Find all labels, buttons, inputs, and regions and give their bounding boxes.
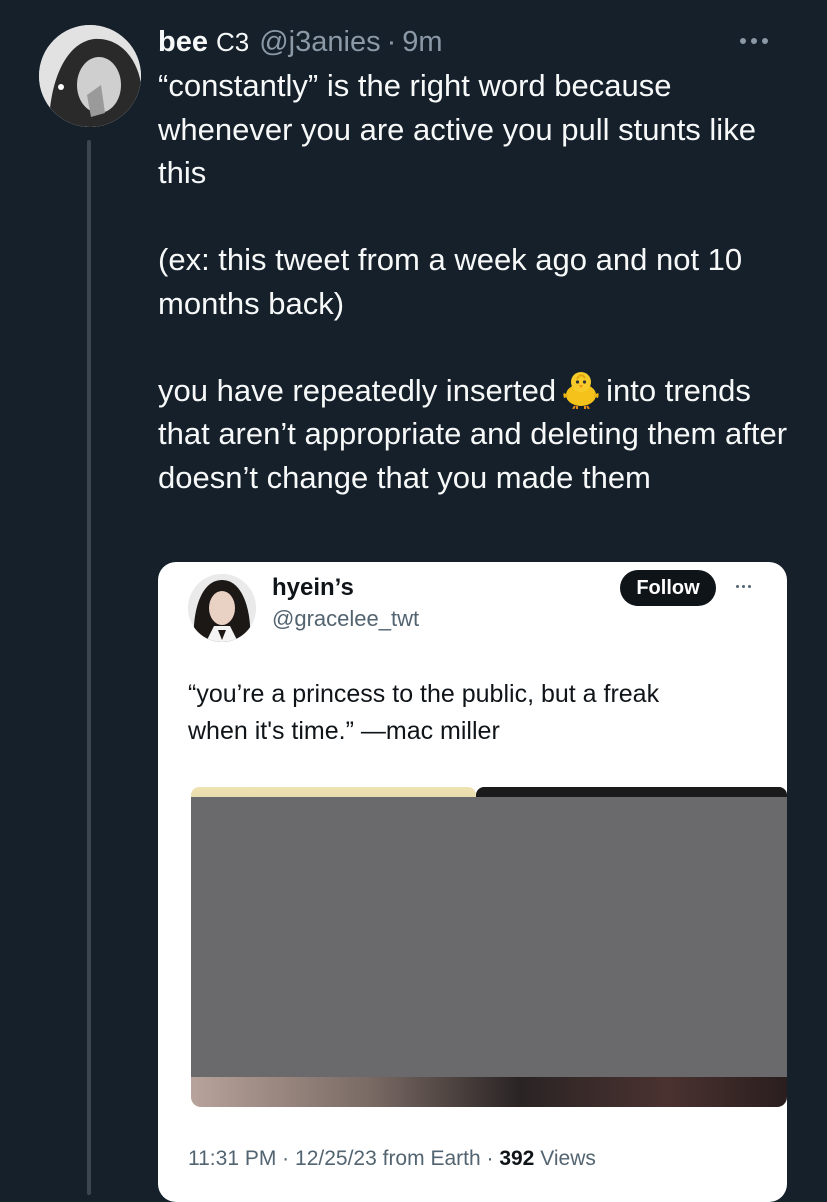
embedded-meta: 11:31 PM · 12/25/23 from Earth · 392 Vie…	[188, 1147, 596, 1171]
chick-emoji	[560, 369, 602, 410]
handle[interactable]: @j3anies	[259, 26, 380, 59]
display-name[interactable]: bee	[158, 26, 208, 59]
meta-separator: ·	[486, 1147, 494, 1170]
meta-source: from Earth	[382, 1147, 481, 1170]
meta-date: 12/25/23	[295, 1147, 377, 1170]
meta-views-label: Views	[540, 1147, 596, 1170]
more-icon[interactable]	[722, 24, 786, 58]
tweet-body: “constantly” is the right word because w…	[158, 64, 808, 499]
follow-button: Follow	[620, 570, 716, 606]
tweet-paragraph: “constantly” is the right word because w…	[158, 68, 756, 190]
tweet-header: bee C3 @j3anies · 9m	[158, 24, 443, 60]
thread-line	[87, 140, 91, 1195]
embedded-text-line: “you’re a princess to the public, but a …	[188, 680, 660, 708]
timestamp[interactable]: 9m	[402, 26, 442, 59]
embedded-display-name: hyein’s	[272, 574, 354, 601]
meta-views-count: 392	[499, 1147, 535, 1170]
embedded-avatar	[188, 574, 256, 642]
media-image-bottom-edge	[191, 1077, 787, 1107]
name-glyph: C3	[215, 26, 250, 57]
meta-separator: ·	[282, 1147, 290, 1170]
embedded-tweet-text: “you’re a princess to the public, but a …	[188, 676, 758, 750]
embedded-handle: @gracelee_twt	[272, 606, 420, 631]
tweet-text-segment: you have repeatedly inserted	[158, 372, 557, 408]
meta-time: 11:31 PM	[188, 1147, 277, 1170]
embedded-more-icon	[726, 578, 760, 594]
tweet-paragraph: you have repeatedly inserted into trends …	[158, 369, 808, 500]
separator: ·	[386, 25, 397, 58]
embedded-media	[191, 787, 787, 1112]
author-avatar[interactable]	[39, 25, 141, 127]
embedded-text-line: when it's time.” —mac miller	[188, 717, 500, 745]
tweet-paragraph: (ex: this tweet from a week ago and not …	[158, 242, 743, 321]
redaction-block	[191, 797, 787, 1077]
embedded-screenshot[interactable]: hyein’s @gracelee_twt Follow “you’re a p…	[158, 562, 787, 1202]
